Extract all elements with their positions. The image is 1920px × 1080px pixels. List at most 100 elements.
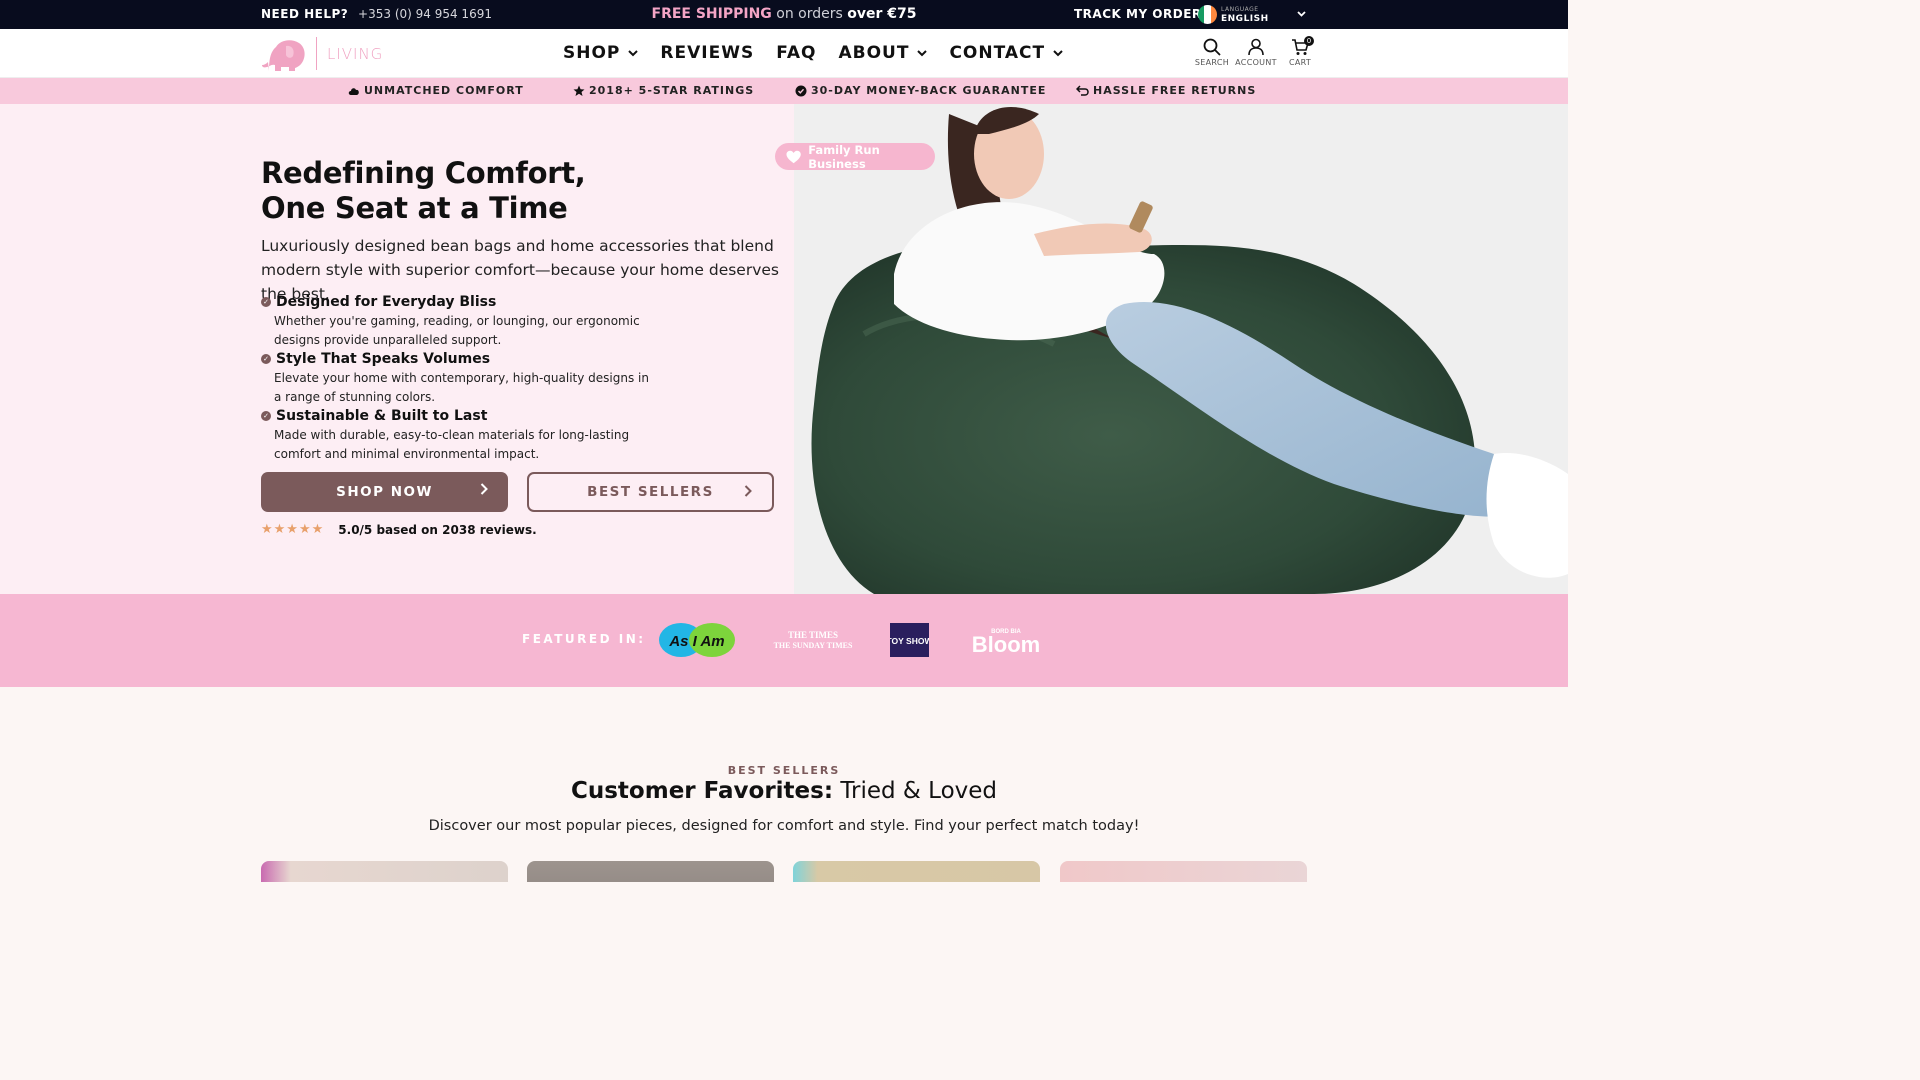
nav-item-reviews[interactable]: REVIEWS	[660, 43, 754, 63]
the-times-logo: THE TIMES THE SUNDAY TIMES	[772, 630, 854, 650]
elephant-logo-icon	[262, 40, 305, 71]
usp-ratings: 2018+ 5-STAR RATINGS	[573, 84, 754, 97]
feature-title: Style That Speaks Volumes	[276, 351, 491, 367]
check-icon: ✓	[261, 297, 271, 307]
best-sellers-eyebrow: BEST SELLERS	[727, 764, 841, 777]
usp-label: 30-DAY MONEY-BACK GUARANTEE	[811, 84, 1047, 97]
hero-title-line2: One Seat at a Time	[261, 191, 568, 225]
usp-label: UNMATCHED COMFORT	[364, 84, 524, 97]
chevron-down-icon	[1053, 49, 1063, 56]
usp-strip: UNMATCHED COMFORT 2018+ 5-STAR RATINGS 3…	[0, 78, 1568, 104]
nav-label: CONTACT	[949, 43, 1046, 63]
announcement-bar: NEED HELP? +353 (0) 94 954 1691 FREE SHI…	[0, 0, 1568, 29]
brand-logo[interactable]: LIVING	[261, 37, 382, 71]
rating-text: 5.0/5 based on 2038 reviews.	[338, 522, 537, 537]
product-card[interactable]	[261, 861, 508, 882]
language-selector[interactable]: LANGUAGE ENGLISH	[1198, 5, 1308, 25]
main-navigation: SHOP REVIEWS FAQ ABOUT CONTACT	[563, 43, 1063, 63]
page: NEED HELP? +353 (0) 94 954 1691 FREE SHI…	[0, 0, 1568, 882]
featured-label: FEATURED IN:	[522, 632, 646, 646]
usp-label: 2018+ 5-STAR RATINGS	[589, 84, 755, 97]
shipping-promo: FREE SHIPPING on orders over €75	[0, 6, 1568, 22]
badge-check-icon	[795, 85, 807, 96]
hero-photo	[794, 104, 1568, 594]
logo-divider	[316, 37, 317, 70]
feature-item: ✓ Designed for Everyday Bliss Whether you…	[261, 294, 654, 349]
feature-description: Made with durable, easy-to-clean materia…	[274, 428, 630, 461]
chevron-down-icon	[628, 49, 639, 56]
nav-label: REVIEWS	[660, 43, 755, 63]
shipping-middle-text: on orders	[771, 6, 848, 22]
chevron-down-icon	[1297, 10, 1306, 20]
free-shipping-text: FREE SHIPPING	[651, 6, 772, 22]
feature-item: ✓ Style That Speaks Volumes Elevate your …	[261, 351, 654, 406]
shipping-amount: €75	[887, 6, 917, 22]
product-card[interactable]	[1060, 861, 1307, 882]
account-button[interactable]: ACCOUNT	[1234, 38, 1278, 67]
product-card[interactable]	[793, 861, 1040, 882]
nav-item-faq[interactable]: FAQ	[776, 43, 816, 63]
badge-label: Family Run Business	[808, 142, 880, 171]
chevron-right-icon	[744, 485, 752, 497]
rating-stars-icon: ★★★★★	[261, 522, 325, 537]
button-label: SHOP NOW	[336, 484, 433, 500]
language-value: ENGLISH	[1221, 14, 1269, 24]
user-icon	[1248, 38, 1264, 56]
check-icon: ✓	[261, 411, 271, 421]
title-regular: Tried & Loved	[833, 778, 998, 804]
check-icon: ✓	[261, 354, 271, 364]
search-button[interactable]: SEARCH	[1190, 38, 1234, 67]
search-icon	[1203, 38, 1221, 56]
bord-bia-bloom-logo: BORD BIA Bloom	[966, 625, 1046, 655]
toy-show-logo: TOY SHOW	[890, 623, 929, 657]
nav-item-contact[interactable]: CONTACT	[949, 43, 1063, 63]
family-run-badge: Family Run Business	[775, 142, 935, 171]
nav-item-shop[interactable]: SHOP	[563, 43, 639, 63]
title-bold: Customer Favorites:	[570, 778, 834, 804]
feature-description: Elevate your home with contemporary, hig…	[274, 371, 649, 404]
pub-text: TOY SHOW	[890, 636, 929, 646]
button-label: BEST SELLERS	[587, 484, 714, 500]
hero-title-line1: Redefining Comfort,	[261, 156, 586, 190]
usp-returns: HASSLE FREE RETURNS	[1076, 84, 1256, 97]
product-card[interactable]	[527, 861, 774, 882]
hero-title: Redefining Comfort, One Seat at a Time	[261, 156, 586, 226]
best-sellers-button[interactable]: BEST SELLERS	[527, 472, 774, 512]
chevron-down-icon	[917, 49, 928, 56]
pub-text: THE TIMES	[788, 630, 838, 640]
heart-icon	[786, 150, 801, 163]
feature-description: Whether you're gaming, reading, or loung…	[274, 314, 640, 347]
cart-label: CART	[1288, 58, 1312, 67]
chevron-right-icon	[480, 483, 488, 495]
cart-count-badge: 0	[1304, 36, 1314, 46]
cloud-icon	[348, 87, 359, 95]
nav-item-about[interactable]: ABOUT	[838, 43, 928, 63]
feature-item: ✓ Sustainable & Built to Last Made with d…	[261, 408, 654, 463]
hero-section: Redefining Comfort, One Seat at a Time L…	[0, 104, 1568, 594]
site-header: LIVING SHOP REVIEWS FAQ ABOUT CONTACT SE…	[0, 29, 1568, 78]
pub-text: THE SUNDAY TIMES	[774, 641, 853, 650]
shop-now-button[interactable]: SHOP NOW	[261, 472, 508, 512]
pub-text: As I Am	[668, 633, 724, 650]
search-label: SEARCH	[1194, 58, 1230, 67]
usp-label: HASSLE FREE RETURNS	[1093, 84, 1257, 97]
review-summary[interactable]: ★★★★★ 5.0/5 based on 2038 reviews.	[261, 522, 537, 537]
best-sellers-subtitle: Discover our most popular pieces, design…	[428, 818, 1140, 834]
cart-button[interactable]: 0 CART	[1278, 36, 1322, 67]
best-sellers-title: Customer Favorites: Tried & Loved	[0, 778, 1568, 804]
feature-title: Designed for Everyday Bliss	[276, 294, 497, 310]
feature-title: Sustainable & Built to Last	[276, 408, 488, 424]
ireland-flag-icon	[1198, 5, 1217, 24]
featured-in-band: FEATURED IN: As I Am THE TIMES THE SUNDA…	[0, 594, 1568, 687]
hero-image	[794, 104, 1568, 594]
nav-label: FAQ	[776, 43, 817, 63]
track-order-link[interactable]: TRACK MY ORDER	[1074, 7, 1202, 21]
nav-label: ABOUT	[838, 43, 910, 63]
return-icon	[1076, 85, 1089, 96]
account-label: ACCOUNT	[1235, 58, 1277, 67]
usp-guarantee: 30-DAY MONEY-BACK GUARANTEE	[795, 84, 1046, 97]
language-label: LANGUAGE	[1221, 6, 1259, 13]
header-actions: SEARCH ACCOUNT 0 CART	[1190, 36, 1322, 67]
as-i-am-logo: As I Am	[659, 623, 735, 658]
nav-label: SHOP	[563, 43, 621, 63]
